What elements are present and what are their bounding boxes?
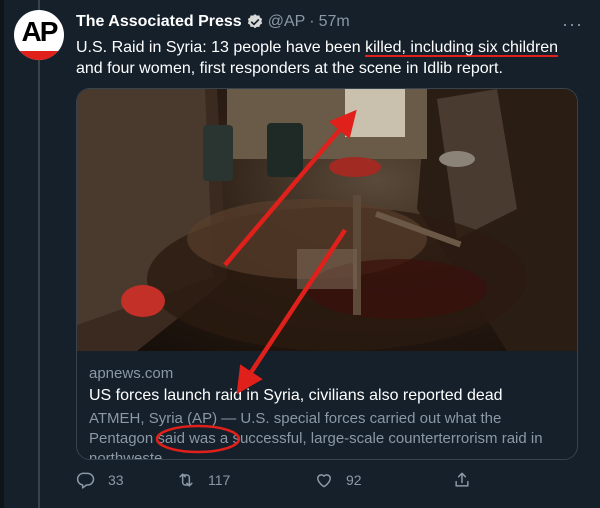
like-count: 92 (346, 472, 362, 488)
reply-count: 33 (108, 472, 124, 488)
thread-line (38, 0, 40, 508)
heart-icon (317, 474, 331, 488)
author-name[interactable]: The Associated Press (76, 13, 242, 31)
photo-scene-illustration (77, 89, 577, 351)
tweet-text: U.S. Raid in Syria: 13 people have been … (76, 37, 576, 79)
tweet-text-part1: U.S. Raid in Syria: 13 people have been (76, 39, 366, 56)
like-button[interactable]: 92 (314, 470, 452, 490)
reply-button[interactable]: 33 (76, 470, 176, 490)
verified-badge-icon (247, 14, 262, 29)
share-icon (455, 472, 469, 487)
avatar[interactable]: AP (14, 10, 64, 60)
window-edge (0, 0, 4, 508)
card-description-circled: successful (232, 430, 303, 447)
retweet-count: 117 (208, 472, 231, 488)
card-description: ATMEH, Syria (AP) — U.S. special forces … (89, 409, 567, 459)
tweet-text-underlined: killed, including six children (365, 39, 559, 56)
author-handle[interactable]: @AP (268, 13, 306, 31)
tweet-header: The Associated Press @AP · 57m (76, 13, 350, 31)
share-button[interactable] (452, 470, 472, 490)
card-domain: apnews.com (89, 365, 174, 382)
reply-icon (76, 472, 95, 489)
header-separator: · (309, 13, 315, 30)
avatar-red-band (14, 51, 64, 60)
more-options-icon[interactable]: ··· (562, 14, 583, 35)
card-photo[interactable] (77, 89, 577, 351)
retweet-icon (179, 473, 193, 487)
ap-logo: AP (21, 16, 59, 47)
tweet-timestamp[interactable]: 57m (319, 13, 350, 31)
card-title: US forces launch raid in Syria, civilian… (89, 387, 503, 404)
tweet-text-part2: and four women, first responders at the … (76, 60, 503, 77)
tweet-actions: 33 117 92 (76, 470, 506, 490)
card-body[interactable]: apnews.com US forces launch raid in Syri… (77, 351, 577, 459)
link-card[interactable]: apnews.com US forces launch raid in Syri… (76, 88, 578, 460)
retweet-button[interactable]: 117 (176, 470, 314, 490)
